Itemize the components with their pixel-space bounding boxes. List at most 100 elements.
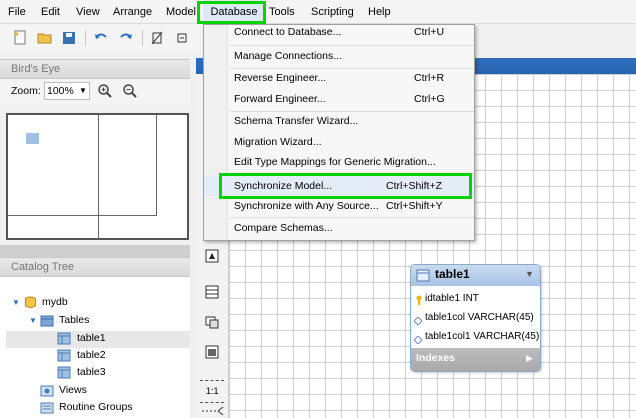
table-icon — [57, 366, 71, 379]
table-tool-icon[interactable] — [204, 284, 220, 300]
birdseye-zoom-bar: Zoom: 100% ▼ — [0, 79, 190, 104]
menu-item-shortcut: Ctrl+U — [414, 26, 445, 38]
synchronize-model-highlight-box — [219, 173, 472, 199]
open-folder-icon[interactable] — [36, 29, 54, 47]
menu-item-schema-transfer-wizard[interactable]: Schema Transfer Wizard... — [204, 111, 474, 131]
layers-icon[interactable] — [173, 29, 191, 47]
table-icon — [57, 332, 71, 345]
tree-label: table1 — [77, 332, 106, 344]
menu-help[interactable]: Help — [368, 0, 391, 24]
er-column-row[interactable]: table1col VARCHAR(45) — [411, 308, 540, 327]
menu-item-label: Edit Type Mappings for Generic Migration… — [234, 156, 436, 168]
menu-item-label: Synchronize with Any Source... — [234, 200, 379, 212]
chevron-down-icon: ▼ — [79, 86, 87, 95]
tables-folder-icon — [40, 314, 54, 327]
menu-arrange[interactable]: Arrange — [113, 0, 152, 24]
tree-label: Tables — [59, 314, 90, 326]
toolbar-separator — [142, 30, 143, 46]
er-column-row[interactable]: table1col1 VARCHAR(45) — [411, 327, 540, 346]
menu-item-shortcut: Ctrl+R — [414, 72, 445, 84]
view-tool-icon[interactable] — [204, 314, 220, 330]
menu-view[interactable]: View — [76, 0, 100, 24]
er-indexes-label: Indexes — [416, 352, 456, 364]
note-tool-icon[interactable] — [204, 248, 220, 264]
menu-edit[interactable]: Edit — [41, 0, 60, 24]
menu-item-label: Manage Connections... — [234, 50, 342, 62]
er-table-header[interactable]: table1 ▼ — [411, 265, 540, 286]
toolbar-separator — [85, 30, 86, 46]
collapse-arrow-icon[interactable]: ▼ — [525, 269, 534, 279]
birdseye-viewport-edge — [8, 215, 156, 216]
menu-item-shortcut: Ctrl+G — [414, 93, 445, 105]
menu-model[interactable]: Model — [166, 0, 196, 24]
zoom-value: 100% — [47, 85, 74, 97]
er-column-label: idtable1 INT — [425, 293, 479, 304]
new-document-icon[interactable] — [11, 29, 29, 47]
toggle-grid-icon[interactable] — [148, 29, 166, 47]
toolbar — [0, 25, 200, 51]
er-table-figure[interactable]: table1 ▼ idtable1 INT table1col VARCHAR(… — [410, 264, 541, 372]
relationship-divider — [200, 402, 224, 403]
primary-key-icon — [415, 293, 423, 305]
redo-icon[interactable] — [117, 29, 135, 47]
undo-icon[interactable] — [92, 29, 110, 47]
menu-item-label: Compare Schemas... — [234, 222, 333, 234]
tree-label: table3 — [77, 366, 106, 378]
zoom-select[interactable]: 100% ▼ — [44, 82, 90, 100]
birdseye-table-thumbnail — [26, 133, 39, 144]
column-diamond-icon — [413, 313, 423, 326]
menu-item-shortcut: Ctrl+Shift+Y — [386, 200, 443, 212]
menu-item-label: Forward Engineer... — [234, 93, 326, 105]
table-icon — [416, 269, 430, 282]
tree-label: Views — [59, 384, 87, 396]
menu-item-reverse-engineer[interactable]: Reverse Engineer... Ctrl+R — [204, 68, 474, 88]
er-column-label: table1col1 VARCHAR(45) — [425, 331, 540, 342]
er-indexes-section[interactable]: Indexes ▶ — [411, 348, 540, 371]
menu-bar: File Edit View Arrange Model Database To… — [0, 0, 636, 24]
menu-item-connect-to-database[interactable]: Connect to Database... Ctrl+U — [204, 22, 474, 42]
menu-item-label: Connect to Database... — [234, 26, 342, 38]
birdseye-viewport-edge — [156, 115, 157, 216]
routine-group-tool-icon[interactable] — [204, 344, 220, 360]
tree-label: mydb — [42, 296, 68, 308]
database-menu-highlight-box — [197, 1, 266, 24]
routine-groups-icon — [40, 401, 54, 414]
database-icon — [24, 296, 37, 309]
birdseye-preview[interactable] — [6, 113, 189, 240]
menu-item-label: Migration Wizard... — [234, 136, 322, 148]
database-menu-dropdown: Connect to Database... Ctrl+U Manage Con… — [203, 24, 475, 241]
menu-item-manage-connections[interactable]: Manage Connections... — [204, 46, 474, 66]
relationship-ratio-label[interactable]: 1:1 — [206, 386, 219, 396]
tree-label: Routine Groups — [59, 401, 133, 413]
expand-arrow-icon[interactable]: ▼ — [12, 294, 20, 311]
relationship-divider — [200, 380, 224, 381]
er-column-label: table1col VARCHAR(45) — [425, 312, 534, 323]
menu-file[interactable]: File — [8, 0, 26, 24]
column-diamond-icon — [413, 332, 423, 345]
menu-item-edit-type-mappings[interactable]: Edit Type Mappings for Generic Migration… — [204, 152, 474, 172]
menu-scripting[interactable]: Scripting — [311, 0, 354, 24]
menu-item-migration-wizard[interactable]: Migration Wizard... — [204, 132, 474, 152]
zoom-in-icon[interactable] — [97, 83, 113, 99]
expand-arrow-icon[interactable]: ▶ — [526, 348, 533, 369]
menu-tools[interactable]: Tools — [269, 0, 295, 24]
catalog-tree-header: Catalog Tree — [0, 257, 190, 277]
pane-splitter[interactable] — [0, 245, 190, 257]
zoom-out-icon[interactable] — [122, 83, 138, 99]
save-icon[interactable] — [60, 29, 78, 47]
birdseye-page-boundary — [98, 115, 99, 238]
zoom-label: Zoom: — [11, 85, 41, 97]
er-column-row[interactable]: idtable1 INT — [411, 289, 540, 308]
views-icon — [40, 384, 54, 397]
tree-label: table2 — [77, 349, 106, 361]
menu-item-label: Schema Transfer Wizard... — [234, 115, 359, 127]
relationship-tool-icon[interactable] — [202, 406, 224, 416]
menu-item-compare-schemas[interactable]: Compare Schemas... — [204, 218, 474, 238]
expand-arrow-icon[interactable]: ▼ — [29, 312, 37, 329]
birdseye-header: Bird's Eye — [0, 59, 190, 79]
menu-item-synchronize-with-any-source[interactable]: Synchronize with Any Source... Ctrl+Shif… — [204, 196, 474, 216]
er-table-name: table1 — [435, 267, 470, 281]
table-icon — [57, 349, 71, 362]
menu-item-label: Reverse Engineer... — [234, 72, 327, 84]
menu-item-forward-engineer[interactable]: Forward Engineer... Ctrl+G — [204, 89, 474, 109]
